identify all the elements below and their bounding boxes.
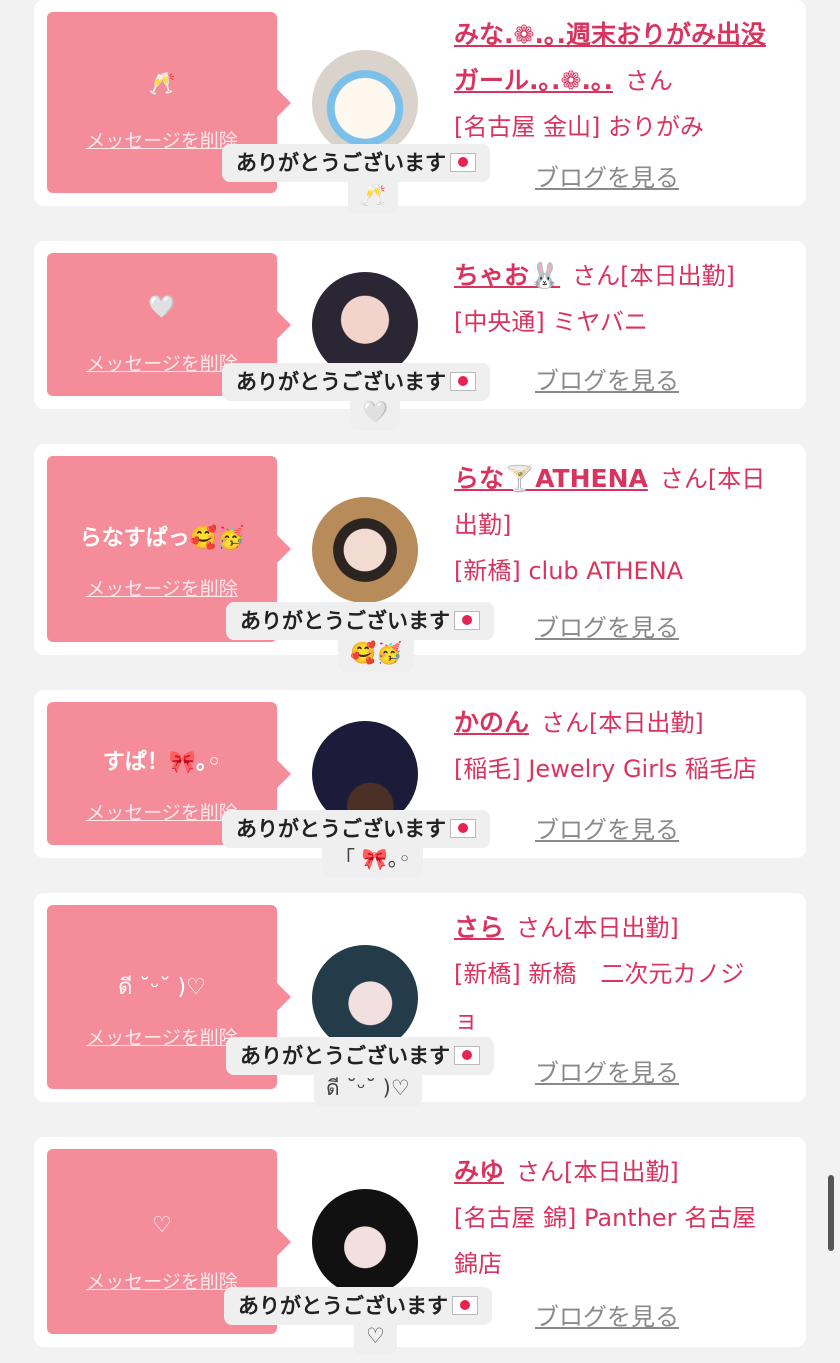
view-blog-link[interactable]: ブログを見る	[535, 810, 679, 845]
cast-name-link-cont[interactable]: ガール.｡.❁.｡.	[454, 66, 613, 95]
profile-info: ちゃお🐰 さん[本日出勤] [中央通] ミヤバニ	[454, 253, 788, 345]
message-text: 🥂	[148, 72, 176, 97]
view-blog-link[interactable]: ブログを見る	[535, 1297, 679, 1332]
shop-info: [中央通] ミヤバニ	[454, 308, 648, 336]
message-card: ♡ メッセージを削除 みゆ さん[本日出勤] [名古屋 錦] Panther 名古…	[34, 1137, 806, 1355]
status-badge: [本日出勤]	[564, 1158, 679, 1186]
honorific: さん	[572, 262, 621, 290]
honorific: さん	[624, 67, 673, 95]
reply-echo: 🥰🥳	[338, 634, 415, 672]
honorific: さん	[516, 1158, 565, 1186]
profile-info: かのん さん[本日出勤] [稲毛] Jewelry Girls 稲毛店	[454, 700, 788, 792]
view-blog-link[interactable]: ブログを見る	[535, 608, 679, 643]
message-card: 🤍 メッセージを削除 ちゃお🐰 さん[本日出勤] [中央通] ミヤバニ ブログを見…	[34, 241, 806, 431]
reply-echo: 「 🎀｡◦	[322, 840, 423, 878]
profile-info: みな.❁.｡.週末おりがみ出没 ガール.｡.❁.｡. さん [名古屋 金山] おり…	[454, 12, 788, 150]
avatar[interactable]	[312, 50, 418, 156]
message-text: すぱ！🎀｡◦	[102, 750, 222, 775]
cast-name-link[interactable]: さら	[454, 913, 504, 942]
reply-echo: 🥂	[348, 176, 399, 214]
envelope-icon	[450, 153, 476, 172]
shop-info-cont: ョ	[454, 1006, 478, 1034]
honorific: さん	[541, 709, 590, 737]
honorific: さん	[659, 465, 708, 493]
cast-name-link[interactable]: らな🍸ATHENA	[454, 464, 648, 493]
message-text: らなすぱっ🥰🥳	[79, 526, 245, 551]
view-blog-link[interactable]: ブログを見る	[535, 1053, 679, 1088]
thanks-text: ありがとうございます	[236, 151, 446, 175]
message-card: 🥂 メッセージを削除 みな.❁.｡.週末おりがみ出没 ガール.｡.❁.｡. さん …	[34, 0, 806, 214]
thanks-text: ありがとうございます	[240, 1044, 450, 1068]
reply-echo: ♡	[354, 1317, 397, 1355]
avatar[interactable]	[312, 1189, 418, 1295]
profile-info: さら さん[本日出勤] [新橋] 新橋 二次元カノジ ョ	[454, 905, 788, 1043]
cast-name-link[interactable]: みゆ	[454, 1157, 504, 1186]
envelope-icon	[450, 372, 476, 391]
cast-name-link[interactable]: ちゃお🐰	[454, 261, 560, 290]
thanks-text: ありがとうございます	[236, 370, 446, 394]
status-badge: [本日出勤]	[620, 262, 735, 290]
message-card: すぱ！🎀｡◦ メッセージを削除 かのん さん[本日出勤] [稲毛] Jewelry…	[34, 690, 806, 878]
message-text: ดี ˘ᵕ˘ )♡	[118, 975, 206, 1000]
profile-info: みゆ さん[本日出勤] [名古屋 錦] Panther 名古屋 錦店	[454, 1149, 788, 1287]
thanks-text: ありがとうございます	[240, 609, 450, 633]
honorific: さん	[516, 914, 565, 942]
envelope-icon	[454, 1046, 480, 1065]
profile-info: らな🍸ATHENA さん[本日出勤] [新橋] club ATHENA	[454, 456, 788, 594]
shop-info: [名古屋 金山] おりがみ	[454, 113, 704, 141]
shop-info: [新橋] 新橋 二次元カノジ	[454, 960, 745, 988]
shop-info: [稲毛] Jewelry Girls 稲毛店	[454, 755, 757, 783]
shop-info: [新橋] club ATHENA	[454, 557, 684, 585]
delete-message-link[interactable]: メッセージを削除	[47, 574, 277, 601]
avatar[interactable]	[312, 497, 418, 603]
envelope-icon	[454, 611, 480, 630]
status-badge: [本日出勤]	[589, 709, 704, 737]
cast-name-link[interactable]: かのん	[454, 708, 529, 737]
shop-info-cont: 錦店	[454, 1250, 502, 1278]
shop-info: [名古屋 錦] Panther 名古屋	[454, 1204, 757, 1232]
reply-echo: ดี ˘ᵕ˘ )♡	[314, 1069, 422, 1107]
message-text: ♡	[152, 1213, 172, 1238]
status-badge: [本日出勤]	[564, 914, 679, 942]
thanks-text: ありがとうございます	[236, 817, 446, 841]
thanks-text: ありがとうございます	[238, 1294, 448, 1318]
scrollbar[interactable]	[828, 1175, 834, 1251]
reply-echo: 🤍	[350, 393, 401, 431]
envelope-icon	[452, 1296, 478, 1315]
cast-name-link[interactable]: みな.❁.｡.週末おりがみ出没	[454, 20, 766, 49]
view-blog-link[interactable]: ブログを見る	[535, 158, 679, 193]
message-card: らなすぱっ🥰🥳 メッセージを削除 らな🍸ATHENA さん[本日出勤] [新橋] …	[34, 444, 806, 672]
envelope-icon	[450, 819, 476, 838]
message-card: ดี ˘ᵕ˘ )♡ メッセージを削除 さら さん[本日出勤] [新橋] 新橋 二次…	[34, 893, 806, 1107]
view-blog-link[interactable]: ブログを見る	[535, 361, 679, 396]
message-text: 🤍	[148, 295, 176, 320]
avatar[interactable]	[312, 945, 418, 1051]
